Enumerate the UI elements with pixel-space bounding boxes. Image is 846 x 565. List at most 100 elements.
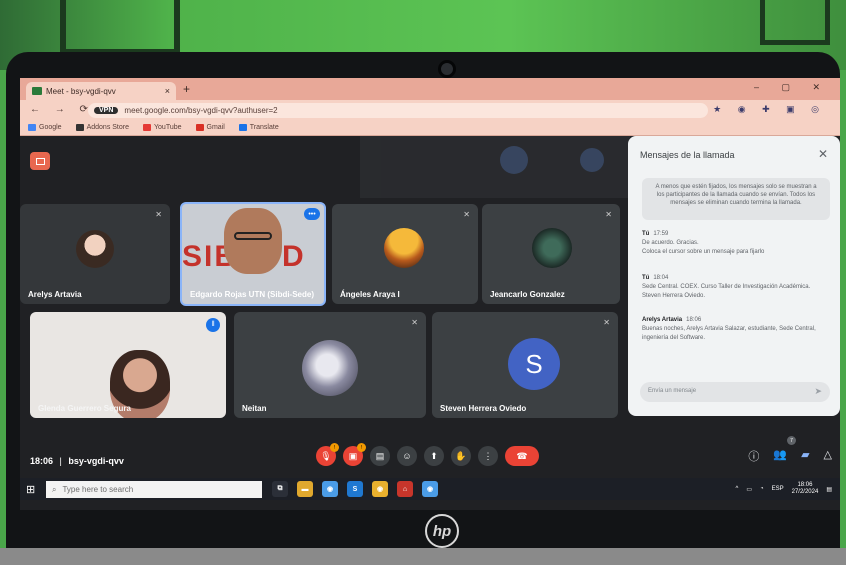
clock-time: 18:06 (797, 482, 813, 488)
avatar (76, 230, 114, 268)
participant-tile[interactable]: ✕ Jeancarlo Gonzalez (482, 204, 620, 304)
present-screen-button[interactable]: ⬆ (424, 446, 444, 466)
translate-icon (238, 124, 247, 131)
window-controls[interactable]: – ▢ ✕ (754, 82, 830, 93)
present-icon (35, 157, 45, 165)
clock-date: 27/2/2024 (791, 489, 819, 495)
presented-screen (360, 136, 630, 198)
more-options-icon[interactable]: ••• (304, 208, 320, 220)
message-sender: Tú (642, 275, 650, 281)
taskbar-search[interactable]: ⌕ Type here to search (46, 481, 262, 498)
bookmarks-bar: Google Addons Store YouTube Gmail Transl… (20, 120, 840, 136)
mic-off-icon: ✕ (603, 318, 610, 327)
mic-toggle-button[interactable]: 🎙! (316, 443, 339, 466)
activities-icon[interactable]: △ (824, 448, 832, 464)
tab-title: Meet - bsy-vgdi-qvv (46, 86, 116, 96)
taskbar-apps: ⧉ ▬ ◉ S ◉ ⌂ ◉ (272, 481, 438, 497)
tray-chevron-icon[interactable]: ^ (735, 486, 738, 492)
google-icon (28, 124, 36, 131)
acrobat-icon[interactable]: ⌂ (397, 481, 413, 497)
participant-name: Neitan (242, 404, 267, 413)
warning-badge: ! (330, 443, 339, 452)
vpn-badge[interactable]: VPN (94, 107, 119, 114)
hp-logo: hp (425, 514, 459, 548)
avatar-initial: S (508, 338, 560, 390)
chrome-active-icon[interactable]: ◉ (322, 481, 338, 497)
skype-icon[interactable]: S (347, 481, 363, 497)
navigation-buttons[interactable]: ← → ⟳ (30, 104, 94, 115)
participant-name: Edgardo Rojas UTN (Sibdi-Sede) (190, 290, 315, 299)
participant-tile-active[interactable]: SIBDFD ••• Edgardo Rojas UTN (Sibdi-Sede… (180, 202, 326, 306)
bookmark-gmail[interactable]: Gmail (195, 124, 225, 131)
chat-icon[interactable]: ▰ (801, 448, 809, 464)
search-placeholder: Type here to search (62, 485, 134, 494)
camera-toggle-button[interactable]: ▣! (343, 443, 366, 466)
close-icon[interactable]: ✕ (818, 147, 828, 161)
info-icon[interactable]: ⓘ (748, 448, 759, 464)
chat-panel: Mensajes de la llamada ✕ A menos que est… (628, 136, 840, 416)
meet-area: ✕ Arelys Artavia SIBDFD ••• Edgardo Roja… (20, 136, 840, 510)
close-tab-icon[interactable]: × (165, 86, 170, 96)
participant-tile[interactable]: S ✕ Steven Herrera Oviedo (432, 312, 618, 418)
speaking-indicator-icon: ⦀ (206, 318, 220, 332)
people-count-badge: 7 (787, 436, 796, 445)
window-frame (60, 0, 180, 55)
meeting-time: 18:06 (30, 456, 54, 466)
participant-tile[interactable]: ⦀ Glenda Guerrero Segura (30, 312, 226, 418)
chrome-profile-icon[interactable]: ◉ (422, 481, 438, 497)
new-tab-button[interactable]: + (183, 82, 190, 96)
raise-hand-button[interactable]: ✋ (451, 446, 471, 466)
language-indicator[interactable]: ESP (772, 486, 784, 492)
battery-icon[interactable]: ▭ (746, 486, 752, 493)
browser-tab[interactable]: Meet - bsy-vgdi-qvv × (26, 82, 176, 100)
participant-tile[interactable]: ✕ Neitan (234, 312, 426, 418)
participant-video (224, 208, 282, 274)
notifications-icon[interactable]: ▤ (826, 486, 832, 493)
bookmark-translate[interactable]: Translate (238, 124, 279, 131)
bookmark-google[interactable]: Google (28, 124, 62, 131)
chrome-icon[interactable]: ◉ (372, 481, 388, 497)
participant-name: Ángeles Araya I (340, 290, 400, 299)
input-placeholder: Envía un mensaje (648, 388, 697, 394)
participant-tile[interactable]: ✕ Arelys Artavia (20, 204, 170, 304)
gmail-icon (195, 124, 204, 131)
message-text: De acuerdo. Gracias. (642, 240, 699, 246)
participant-name: Jeancarlo Gonzalez (490, 290, 565, 299)
emoji-button[interactable]: ☺ (397, 446, 417, 466)
chat-message: Tú 17:59 De acuerdo. Gracias. Coloca el c… (642, 230, 830, 257)
window-frame (760, 0, 830, 45)
message-time: 17:59 (653, 231, 669, 237)
chat-message: Arelys Artavia 18:06 Buenas noches, Arely… (642, 316, 830, 343)
chat-message-input[interactable]: Envía un mensaje ➤ (640, 382, 830, 402)
send-icon[interactable]: ➤ (814, 386, 822, 397)
meeting-info: 18:06 | bsy-vgdi-qvv (30, 456, 124, 466)
message-hint: Coloca el cursor sobre un mensaje para f… (642, 249, 765, 255)
leave-call-button[interactable]: ☎ (505, 446, 539, 466)
file-explorer-icon[interactable]: ▬ (297, 481, 313, 497)
bookmark-addons[interactable]: Addons Store (75, 124, 129, 131)
clock[interactable]: 18:06 27/2/2024 (792, 482, 819, 496)
participant-tile[interactable]: ✕ Ángeles Araya I (332, 204, 478, 304)
warning-badge: ! (357, 443, 366, 452)
message-sender: Tú (642, 231, 650, 237)
extension-icons[interactable]: ★ ◉ ✚ ▣ ◎ (713, 104, 826, 115)
message-sender: Arelys Artavia (642, 317, 683, 323)
participant-name: Steven Herrera Oviedo (440, 404, 527, 413)
bookmark-youtube[interactable]: YouTube (143, 124, 182, 131)
more-options-button[interactable]: ⋮ (478, 446, 498, 466)
task-view-icon[interactable]: ⧉ (272, 481, 288, 497)
captions-button[interactable]: ▤ (370, 446, 390, 466)
avatar (532, 228, 572, 268)
meet-favicon-icon (32, 87, 42, 95)
people-icon[interactable]: 👥 (773, 448, 787, 464)
wifi-icon[interactable]: ◔ (760, 486, 764, 492)
mic-off-icon: ✕ (155, 210, 162, 219)
message-text: Buenas noches, Arelys Artavia Salazar, e… (642, 326, 816, 341)
url-bar[interactable]: VPN meet.google.com/bsy-vgdi-qvv?authuse… (88, 103, 708, 118)
presenting-indicator[interactable] (30, 152, 50, 170)
chat-notice: A menos que estén fijados, los mensajes … (642, 178, 830, 220)
windows-start-icon[interactable]: ⊞ (26, 483, 35, 496)
glasses (234, 232, 272, 240)
mic-off-icon: ✕ (411, 318, 418, 327)
addons-icon (75, 124, 84, 131)
